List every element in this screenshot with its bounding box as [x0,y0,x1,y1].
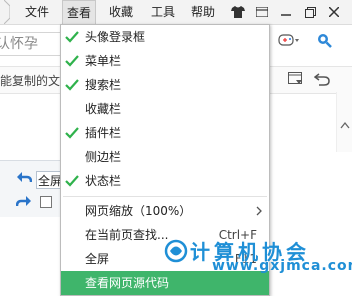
menu-item-sidebar[interactable]: 侧边栏 [61,145,269,169]
reader-mode-icon[interactable] [288,72,304,89]
menu-item-label: 全屏 [85,252,110,266]
menu-item-label: 插件栏 [85,126,122,140]
restore-icon[interactable] [300,3,320,21]
checkmark-icon [65,31,79,43]
gamepad-icon[interactable] [278,33,300,50]
watermark: 计算机协会 www.gxjmca.com [164,236,352,296]
menu-item-searchbar[interactable]: 搜索栏 [61,73,269,97]
chevron-right-icon [256,206,262,216]
undo-icon[interactable] [313,72,330,89]
menu-bar: 文件 查看 收藏 工具 帮助 [0,0,352,25]
checkmark-icon [65,175,79,187]
checkmark-icon [65,55,79,67]
menu-item-label: 网页缩放（100%） [85,204,192,218]
menu-item-label: 头像登录框 [85,30,146,44]
menu-favorites[interactable]: 收藏 [104,0,138,24]
checkmark-icon [65,79,79,91]
menu-toggle-icon[interactable] [252,3,272,21]
watermark-logo-icon [164,238,188,267]
menu-edge [0,0,18,25]
close-icon[interactable] [324,3,344,21]
menu-item-favorites-bar[interactable]: 收藏栏 [61,97,269,121]
find-next-icon[interactable] [15,195,32,212]
menu-item-label: 状态栏 [85,174,122,188]
menu-item-menubar[interactable]: 菜单栏 [61,49,269,73]
skin-icon[interactable] [228,3,248,21]
watermark-url: www.gxjmca.com [212,258,352,274]
menu-item-label: 在当前页查找... [85,228,169,242]
menu-view[interactable]: 查看 [62,0,96,24]
menu-item-label: 查看网页源代码 [85,276,170,290]
menu-item-avatar-login[interactable]: 头像登录框 [61,25,269,49]
menu-item-statusbar[interactable]: 状态栏 [61,169,269,193]
menu-item-label: 搜索栏 [85,78,122,92]
menu-item-zoom[interactable]: 网页缩放（100%） [61,199,269,223]
menu-item-label: 收藏栏 [85,102,122,116]
find-bar: 全屏 [0,160,66,217]
scrollbar[interactable] [336,92,352,152]
menu-tools[interactable]: 工具 [146,0,180,24]
menu-help[interactable]: 帮助 [186,0,220,24]
menu-item-label: 侧边栏 [85,150,122,164]
find-prev-icon[interactable] [16,171,33,188]
menu-separator [63,196,267,197]
find-checkbox[interactable] [40,196,52,208]
minimize-icon[interactable] [276,3,296,21]
menu-file[interactable]: 文件 [20,0,54,24]
checkmark-icon [65,127,79,139]
menu-item-label: 菜单栏 [85,54,122,68]
menu-item-plugins-bar[interactable]: 插件栏 [61,121,269,145]
address-text: 能复制的文 [0,74,61,88]
search-icon[interactable] [317,33,333,52]
